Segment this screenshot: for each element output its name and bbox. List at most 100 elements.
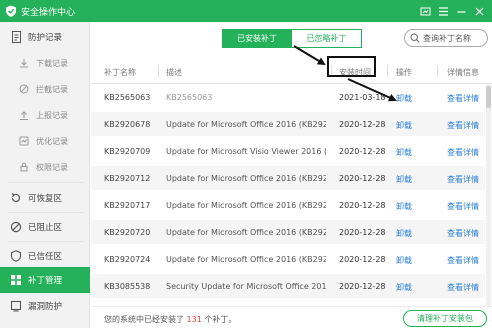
uninstall-link[interactable]: 卸载 [396, 120, 412, 131]
cell-install-date: 2020-12-28 [339, 120, 386, 129]
uninstall-link[interactable]: 卸载 [396, 255, 412, 266]
clean-patch-packages-button[interactable]: 清理补丁安装包 [403, 310, 487, 327]
cell-patch-name: KB2920709 [104, 147, 151, 156]
view-details-link[interactable]: 查看详情 [447, 228, 479, 239]
cell-patch-name: KB2920712 [104, 174, 151, 183]
cell-description: Update for Microsoft Office 2016 (KB2920… [166, 255, 326, 264]
view-details-link[interactable]: 查看详情 [447, 120, 479, 131]
sidebar-item-restore-zone[interactable]: 可恢复区 [0, 185, 90, 211]
sidebar-item-label: 下载记录 [36, 58, 68, 68]
table-row[interactable]: KB2920709 Update for Microsoft Visio Vie… [91, 139, 485, 163]
scrollbar-thumb[interactable] [486, 86, 491, 108]
patch-count-number: 131 [186, 315, 202, 324]
view-details-link[interactable]: 查看详情 [447, 147, 479, 158]
column-divider [158, 65, 159, 77]
sidebar: 防护记录 下载记录 拦截记录 上报记录 优化记录 权限记录 可恢复区 已阻止区 … [0, 22, 90, 328]
sidebar-item-label: 权限记录 [36, 162, 68, 172]
uninstall-link[interactable]: 卸载 [396, 174, 412, 185]
column-header-description[interactable]: 描述 [166, 67, 182, 78]
skin-icon[interactable] [434, 0, 452, 22]
patch-count-text: 您的系统中已经安装了 131 个补丁。 [104, 314, 236, 325]
optimize-icon [18, 135, 30, 147]
uninstall-link[interactable]: 卸载 [396, 282, 412, 293]
view-details-link[interactable]: 查看详情 [447, 174, 479, 185]
uninstall-link[interactable]: 卸载 [396, 147, 412, 158]
restore-icon [10, 192, 22, 204]
cell-patch-name: KB2920678 [104, 120, 151, 129]
sidebar-item-label: 拦截记录 [36, 84, 68, 94]
view-details-link[interactable]: 查看详情 [447, 201, 479, 212]
window-title: 安全操作中心 [21, 7, 76, 18]
sidebar-item-label: 补丁管理 [28, 276, 63, 286]
cell-install-date: 2020-12-28 [339, 201, 386, 210]
sidebar-divider [8, 212, 84, 213]
sidebar-item-download-records[interactable]: 下载记录 [0, 50, 90, 76]
minimize-icon[interactable] [452, 0, 470, 22]
table-row[interactable]: KB2920720 Update for Microsoft Office 20… [91, 220, 485, 244]
patch-count-prefix: 您的系统中已经安装了 [104, 315, 184, 324]
search-icon [410, 33, 420, 43]
sidebar-item-label: 已信任区 [28, 252, 63, 262]
view-details-link[interactable]: 查看详情 [447, 255, 479, 266]
uninstall-link[interactable]: 卸载 [396, 93, 412, 104]
cell-description: Update for Microsoft Office 2016 (KB2920… [166, 174, 326, 183]
table-row[interactable]: KB3085538 Security Update for Microsoft … [91, 274, 485, 298]
search-input[interactable] [423, 33, 487, 43]
column-header-patch-name[interactable]: 补丁名称 [104, 67, 136, 78]
tab-bar: 已安装补丁 已忽略补丁 [222, 29, 362, 48]
upload-icon [18, 109, 30, 121]
settings-icon[interactable] [416, 0, 434, 22]
sidebar-divider [8, 182, 84, 183]
doc-icon [10, 31, 22, 43]
uninstall-link[interactable]: 卸载 [396, 228, 412, 239]
sidebar-item-vuln-protection[interactable]: 漏洞防护 [0, 293, 90, 319]
column-header-action: 操作 [396, 68, 412, 77]
app-logo-icon [6, 5, 16, 17]
annotation-box [327, 56, 376, 77]
trust-icon [10, 250, 22, 262]
sidebar-item-block-records[interactable]: 拦截记录 [0, 76, 90, 102]
cell-description: Update for Microsoft Office 2016 (KB2920… [166, 228, 326, 237]
column-header-details: 详情信息 [447, 68, 479, 77]
cell-install-date: 2020-12-28 [339, 255, 386, 264]
sidebar-item-report-records[interactable]: 上报记录 [0, 102, 90, 128]
tab-ignored-patches[interactable]: 已忽略补丁 [292, 29, 362, 48]
cell-patch-name: KB3085538 [104, 282, 151, 291]
sidebar-item-patch-management[interactable]: 补丁管理 [0, 267, 90, 293]
cell-install-date: 2021-03-18 [339, 93, 386, 102]
sidebar-divider [8, 241, 84, 242]
cell-description: Update for Microsoft Office 2016 (KB2920… [166, 120, 326, 129]
cell-patch-name: KB2920717 [104, 201, 151, 210]
table-row[interactable]: KB2920678 Update for Microsoft Office 20… [91, 112, 485, 136]
cell-install-date: 2020-12-28 [339, 147, 386, 156]
scrollbar[interactable] [486, 84, 491, 306]
sidebar-item-label: 优化记录 [36, 136, 68, 146]
table-row[interactable]: KB2920712 Update for Microsoft Office 20… [91, 166, 485, 190]
uninstall-link[interactable]: 卸载 [396, 201, 412, 212]
sidebar-item-trust-zone[interactable]: 已信任区 [0, 243, 90, 269]
tab-installed-patches[interactable]: 已安装补丁 [222, 29, 292, 48]
table-row[interactable]: KB2920724 Update for Microsoft Office 20… [91, 247, 485, 271]
patch-icon [10, 274, 22, 286]
sidebar-item-permission-records[interactable]: 权限记录 [0, 154, 90, 180]
close-icon[interactable] [470, 0, 488, 22]
download-icon [18, 57, 30, 69]
blocked-icon [10, 221, 22, 233]
table-row[interactable]: KB2565063 KB2565063 2021-03-18 卸载 查看详情 [91, 85, 485, 109]
sidebar-item-label: 可恢复区 [28, 194, 63, 204]
view-details-link[interactable]: 查看详情 [447, 93, 479, 104]
search-box[interactable] [404, 29, 488, 47]
column-divider [437, 65, 438, 77]
cell-patch-name: KB2565063 [104, 93, 151, 102]
sidebar-item-blocked-zone[interactable]: 已阻止区 [0, 214, 90, 240]
sidebar-item-label: 已阻止区 [28, 223, 63, 233]
sidebar-item-protection-records[interactable]: 防护记录 [0, 24, 90, 50]
cell-description: Update for Microsoft Office 2016 (KB2920… [166, 201, 326, 210]
sidebar-item-optimize-records[interactable]: 优化记录 [0, 128, 90, 154]
title-bar: 安全操作中心 [0, 0, 492, 22]
cell-patch-name: KB2920720 [104, 228, 151, 237]
view-details-link[interactable]: 查看详情 [447, 282, 479, 293]
table-header: 补丁名称 描述 安装时间 操作 详情信息 [91, 58, 492, 84]
table-row[interactable]: KB2920717 Update for Microsoft Office 20… [91, 193, 485, 217]
cell-patch-name: KB2920724 [104, 255, 151, 264]
